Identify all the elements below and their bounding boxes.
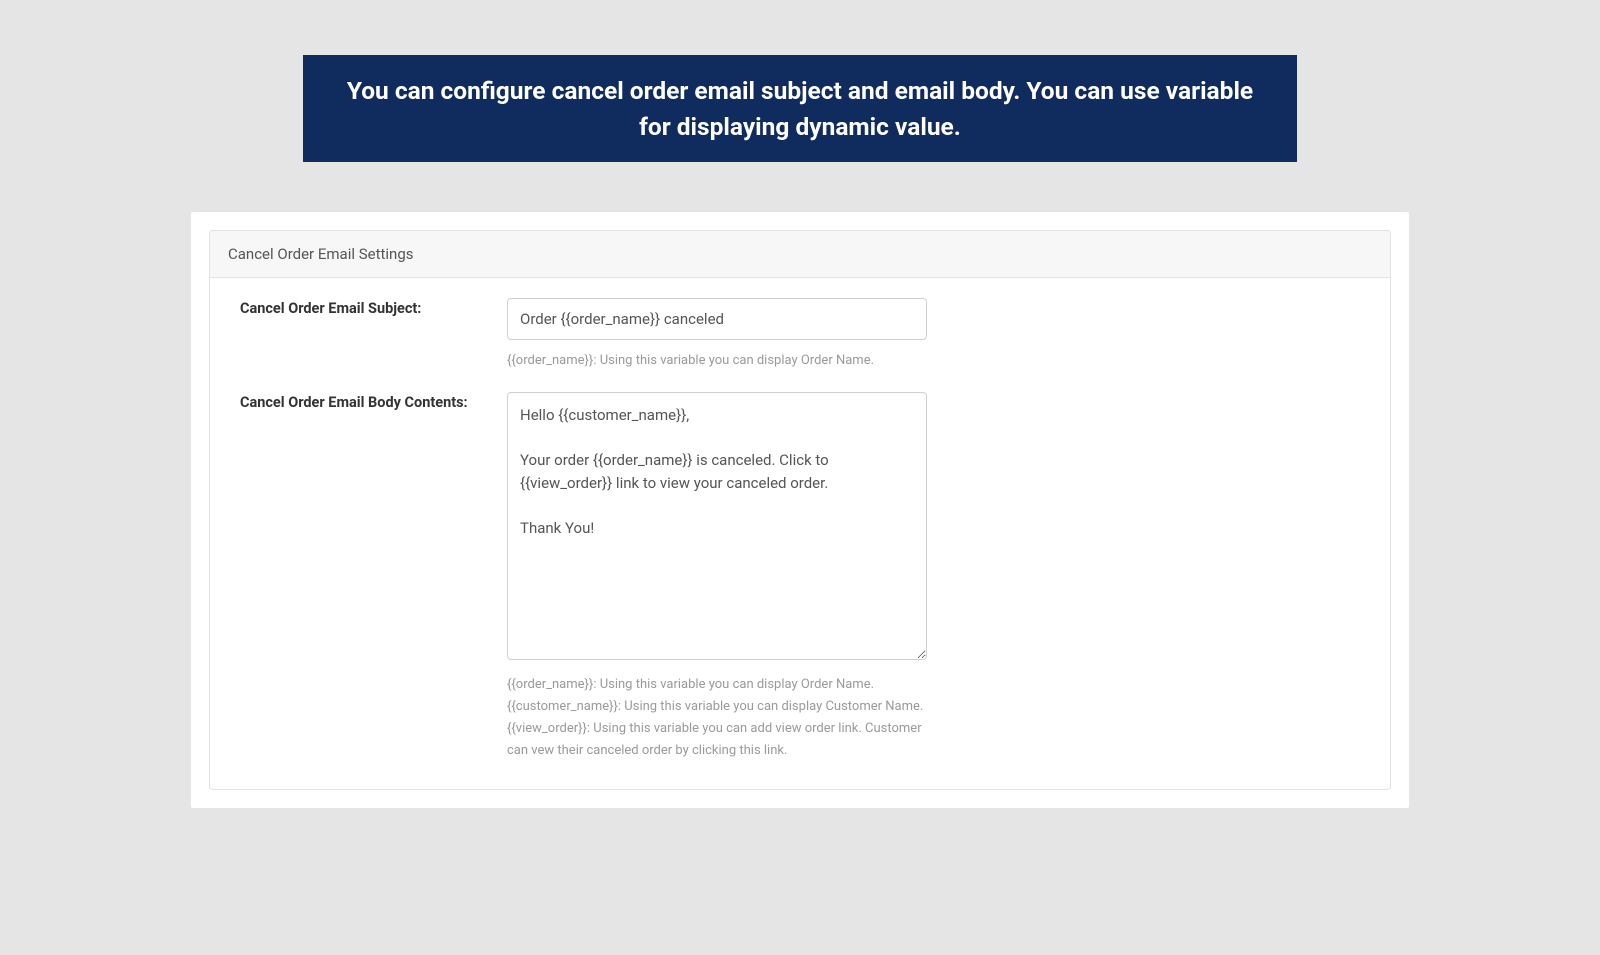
body-row: Cancel Order Email Body Contents: {{orde… (240, 392, 1360, 762)
subject-label: Cancel Order Email Subject: (240, 298, 507, 372)
body-label: Cancel Order Email Body Contents: (240, 392, 507, 762)
subject-row: Cancel Order Email Subject: {{order_name… (240, 298, 1360, 372)
panel-title: Cancel Order Email Settings (228, 245, 414, 263)
body-hint-line: {{view_order}}: Using this variable you … (507, 718, 927, 762)
panel-body: Cancel Order Email Subject: {{order_name… (210, 278, 1390, 788)
settings-card: Cancel Order Email Settings Cancel Order… (191, 212, 1409, 807)
settings-panel: Cancel Order Email Settings Cancel Order… (209, 230, 1391, 789)
info-banner: You can configure cancel order email sub… (303, 55, 1297, 162)
body-hint-line: {{customer_name}}: Using this variable y… (507, 696, 927, 718)
panel-header: Cancel Order Email Settings (210, 231, 1390, 278)
body-hints: {{order_name}}: Using this variable you … (507, 674, 927, 762)
body-field-wrap: {{order_name}}: Using this variable you … (507, 392, 927, 762)
subject-field-wrap: {{order_name}}: Using this variable you … (507, 298, 927, 372)
body-textarea[interactable] (507, 392, 927, 660)
subject-input[interactable] (507, 298, 927, 340)
body-hint-line: {{order_name}}: Using this variable you … (507, 674, 927, 696)
subject-hint: {{order_name}}: Using this variable you … (507, 350, 927, 372)
info-banner-text: You can configure cancel order email sub… (347, 76, 1253, 141)
